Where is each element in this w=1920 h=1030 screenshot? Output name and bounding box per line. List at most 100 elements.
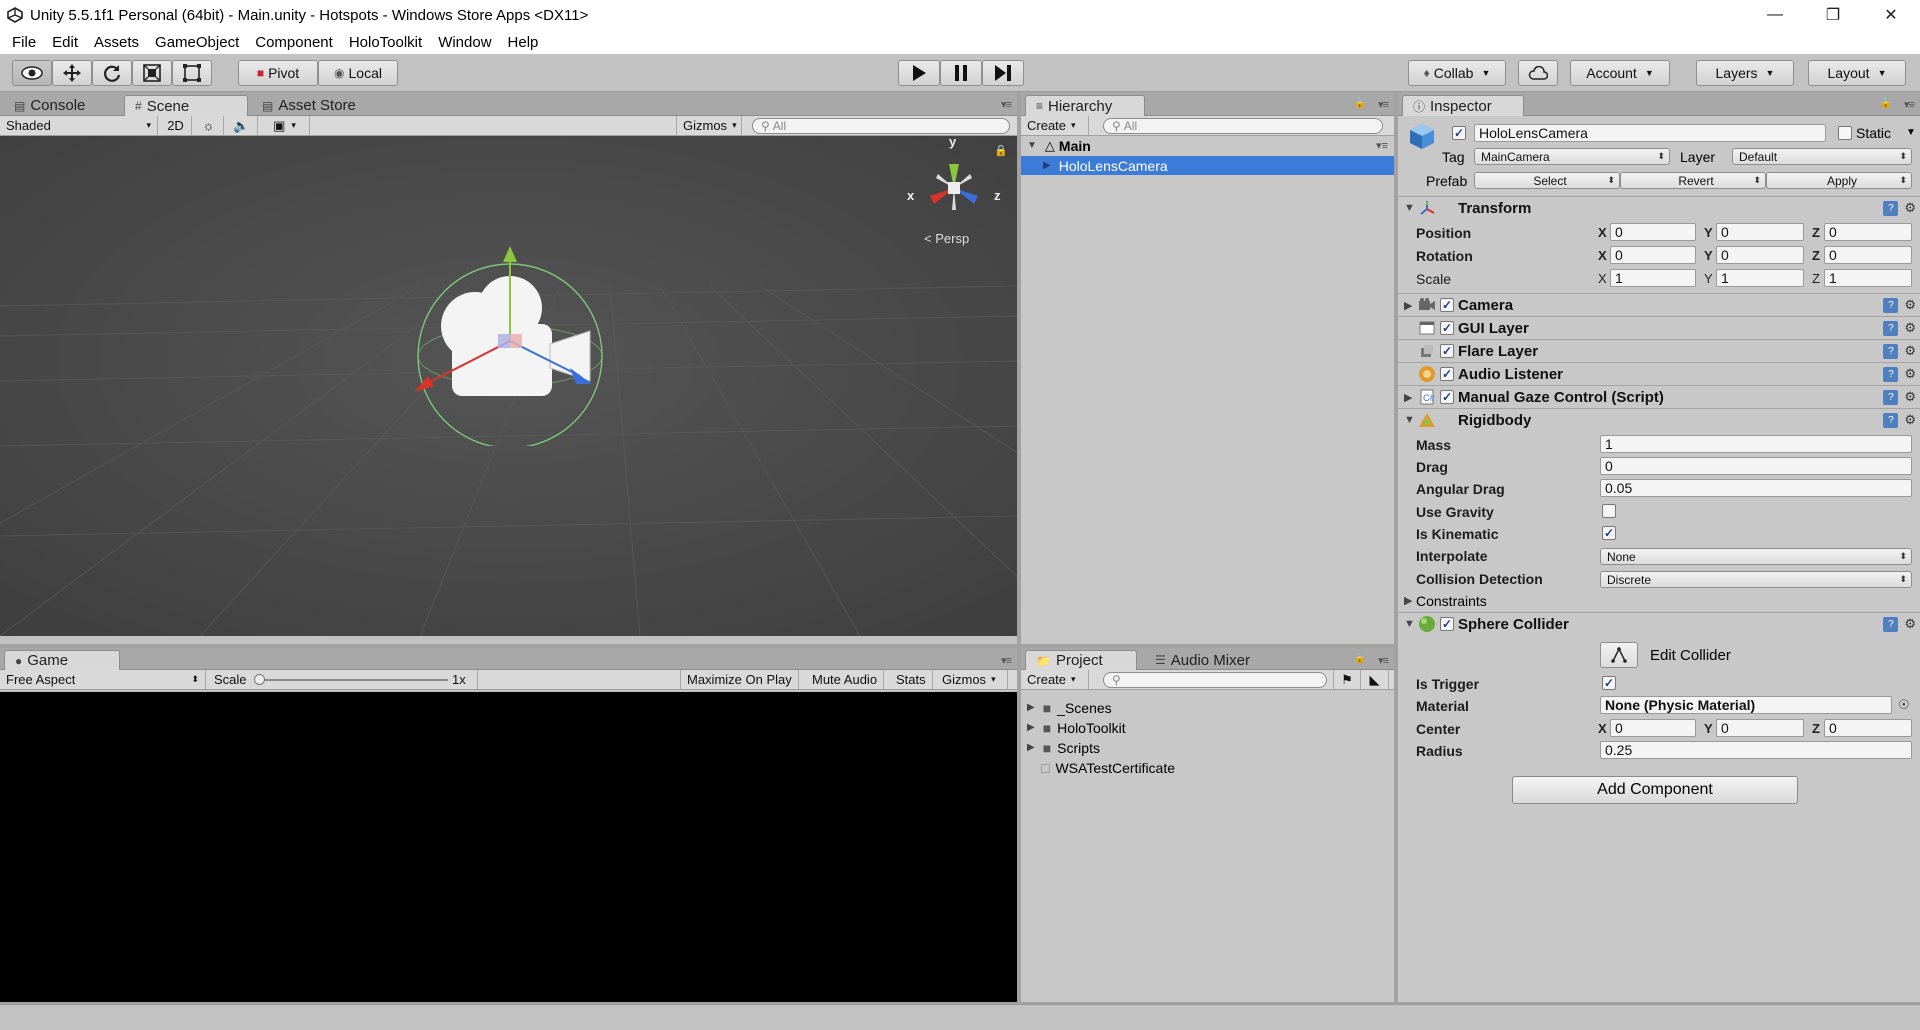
tab-console[interactable]: ▤ Console [4, 95, 95, 116]
slider-handle[interactable] [254, 674, 265, 685]
help-icon[interactable]: ? [1883, 389, 1899, 405]
panel-menu-icon[interactable]: ▾≡ [1001, 654, 1012, 667]
center-x-field[interactable]: 0 [1610, 719, 1696, 737]
audio-listener-enabled-checkbox[interactable]: ✓ [1440, 367, 1454, 381]
gear-icon[interactable]: ⚙ [1904, 616, 1916, 632]
panel-menu-icon[interactable]: ▾≡ [1378, 654, 1389, 667]
menu-holotoolkit[interactable]: HoloToolkit [341, 34, 430, 51]
gear-icon[interactable]: ⚙ [1904, 366, 1916, 382]
gear-icon[interactable]: ⚙ [1904, 389, 1916, 405]
project-item-holotoolkit[interactable]: ▶ ■ HoloToolkit [1021, 718, 1394, 737]
position-z-field[interactable]: 0 [1824, 223, 1912, 241]
gizmos-dropdown[interactable]: Gizmos ▾ [676, 116, 742, 135]
scene-menu-icon[interactable]: ▾≡ [1376, 139, 1388, 152]
pause-button[interactable] [940, 60, 982, 86]
menu-file[interactable]: File [4, 34, 44, 51]
camera-object-gizmo[interactable] [400, 246, 620, 446]
help-icon[interactable]: ? [1883, 320, 1899, 336]
gear-icon[interactable]: ⚙ [1904, 343, 1916, 359]
hierarchy-item-holo-lens-camera[interactable]: ▶ HoloLensCamera [1021, 156, 1394, 175]
chevron-down-icon[interactable]: ▼ [1404, 618, 1415, 630]
manual-gaze-enabled-checkbox[interactable]: ✓ [1440, 390, 1454, 404]
scene-viewport[interactable]: y x z 🔒 < Persp [0, 136, 1017, 636]
add-component-button[interactable]: Add Component [1512, 776, 1798, 804]
project-item-certificate[interactable]: □ WSATestCertificate [1021, 758, 1394, 777]
menu-window[interactable]: Window [430, 34, 499, 51]
project-item-scripts[interactable]: ▶ ■ Scripts [1021, 738, 1394, 757]
chevron-right-icon[interactable]: ▶ [1027, 722, 1035, 733]
play-button[interactable] [898, 60, 940, 86]
rotation-x-field[interactable]: 0 [1610, 246, 1696, 264]
radius-field[interactable]: 0.25 [1600, 741, 1912, 759]
audio-toggle[interactable]: 🔈 [226, 116, 258, 135]
mute-audio-toggle[interactable]: Mute Audio [806, 670, 885, 689]
menu-edit[interactable]: Edit [44, 34, 86, 51]
scale-z-field[interactable]: 1 [1824, 269, 1912, 287]
panel-menu-icon[interactable]: ▾≡ [1378, 98, 1389, 111]
chevron-down-icon[interactable]: ▼ [1404, 202, 1415, 214]
rotation-z-field[interactable]: 0 [1824, 246, 1912, 264]
tab-asset-store[interactable]: ▤ Asset Store [252, 95, 366, 116]
menu-gameobject[interactable]: GameObject [147, 34, 247, 51]
position-y-field[interactable]: 0 [1716, 223, 1804, 241]
hierarchy-create-dropdown[interactable]: Create ▾ [1021, 116, 1089, 135]
chevron-down-icon[interactable]: ▼ [1906, 127, 1916, 138]
flare-layer-enabled-checkbox[interactable]: ✓ [1440, 344, 1454, 358]
account-dropdown[interactable]: Account ▼ [1570, 60, 1670, 86]
panel-menu-icon[interactable]: ▾≡ [1001, 98, 1012, 111]
tab-inspector[interactable]: ⓘ Inspector [1402, 95, 1524, 116]
drag-field[interactable]: 0 [1600, 457, 1912, 475]
lock-icon[interactable]: 🔒 [1354, 653, 1366, 664]
filter-label-button[interactable]: ◣ [1361, 670, 1389, 689]
scale-slider[interactable]: Scale 1x [208, 670, 478, 689]
scene-root-row[interactable]: ▼ △ Main ▾≡ [1021, 136, 1394, 155]
pivot-toggle[interactable]: ■ Pivot [238, 60, 318, 86]
menu-component[interactable]: Component [247, 34, 341, 51]
game-gizmos-dropdown[interactable]: Gizmos ▾ [936, 670, 1008, 689]
tab-audio-mixer[interactable]: ☰ Audio Mixer [1145, 650, 1260, 670]
gear-icon[interactable]: ⚙ [1904, 320, 1916, 336]
camera-component-header[interactable]: ▶ ✓ Camera ? ⚙ [1398, 293, 1920, 316]
help-icon[interactable]: ? [1883, 343, 1899, 359]
tag-dropdown[interactable]: MainCamera [1474, 148, 1670, 165]
lock-icon[interactable]: 🔒 [994, 144, 1008, 157]
rotate-tool-button[interactable] [92, 60, 132, 86]
chevron-right-icon[interactable]: ▶ [1027, 702, 1035, 713]
static-checkbox[interactable] [1838, 126, 1852, 140]
chevron-right-icon[interactable]: ▶ [1404, 594, 1412, 607]
lighting-toggle[interactable]: ☼ [194, 116, 224, 135]
scale-tool-button[interactable] [132, 60, 172, 86]
interpolate-dropdown[interactable]: None [1600, 548, 1912, 565]
menu-help[interactable]: Help [500, 34, 547, 51]
game-viewport[interactable] [0, 692, 1017, 1002]
maximize-on-play-toggle[interactable]: Maximize On Play [680, 670, 799, 689]
position-x-field[interactable]: 0 [1610, 223, 1696, 241]
mass-field[interactable]: 1 [1600, 435, 1912, 453]
layers-dropdown[interactable]: Layers ▼ [1696, 60, 1794, 86]
edit-collider-button[interactable] [1600, 642, 1638, 668]
object-name-field[interactable]: HoloLensCamera [1474, 124, 1826, 142]
prefab-apply-button[interactable]: Apply [1766, 172, 1912, 189]
lock-icon[interactable]: 🔒 [1880, 98, 1892, 109]
restore-button[interactable]: ❐ [1804, 0, 1862, 30]
transform-header[interactable]: ▼ Transform ? ⚙ [1398, 196, 1920, 219]
persp-label[interactable]: < Persp [924, 231, 969, 246]
gear-icon[interactable]: ⚙ [1904, 297, 1916, 313]
prefab-select-button[interactable]: Select [1474, 172, 1620, 189]
lock-icon[interactable]: 🔒 [1354, 98, 1366, 109]
use-gravity-checkbox[interactable] [1602, 504, 1616, 518]
is-trigger-checkbox[interactable]: ✓ [1602, 676, 1616, 690]
tab-project[interactable]: 📁 Project [1025, 650, 1137, 670]
layout-dropdown[interactable]: Layout ▼ [1808, 60, 1906, 86]
angular-drag-field[interactable]: 0.05 [1600, 479, 1912, 497]
sphere-collider-enabled-checkbox[interactable]: ✓ [1440, 617, 1454, 631]
cloud-button[interactable] [1518, 60, 1558, 86]
step-button[interactable] [982, 60, 1024, 86]
chevron-right-icon[interactable]: ▶ [1404, 391, 1412, 404]
rotation-y-field[interactable]: 0 [1716, 246, 1804, 264]
sphere-collider-header[interactable]: ▼ ✓ Sphere Collider ? ⚙ [1398, 612, 1920, 635]
effects-dropdown[interactable]: ▣ ▾ [260, 116, 310, 135]
panel-menu-icon[interactable]: ▾≡ [1904, 98, 1915, 111]
scene-orientation-gizmo[interactable] [912, 150, 1002, 230]
gear-icon[interactable]: ⚙ [1904, 200, 1916, 216]
